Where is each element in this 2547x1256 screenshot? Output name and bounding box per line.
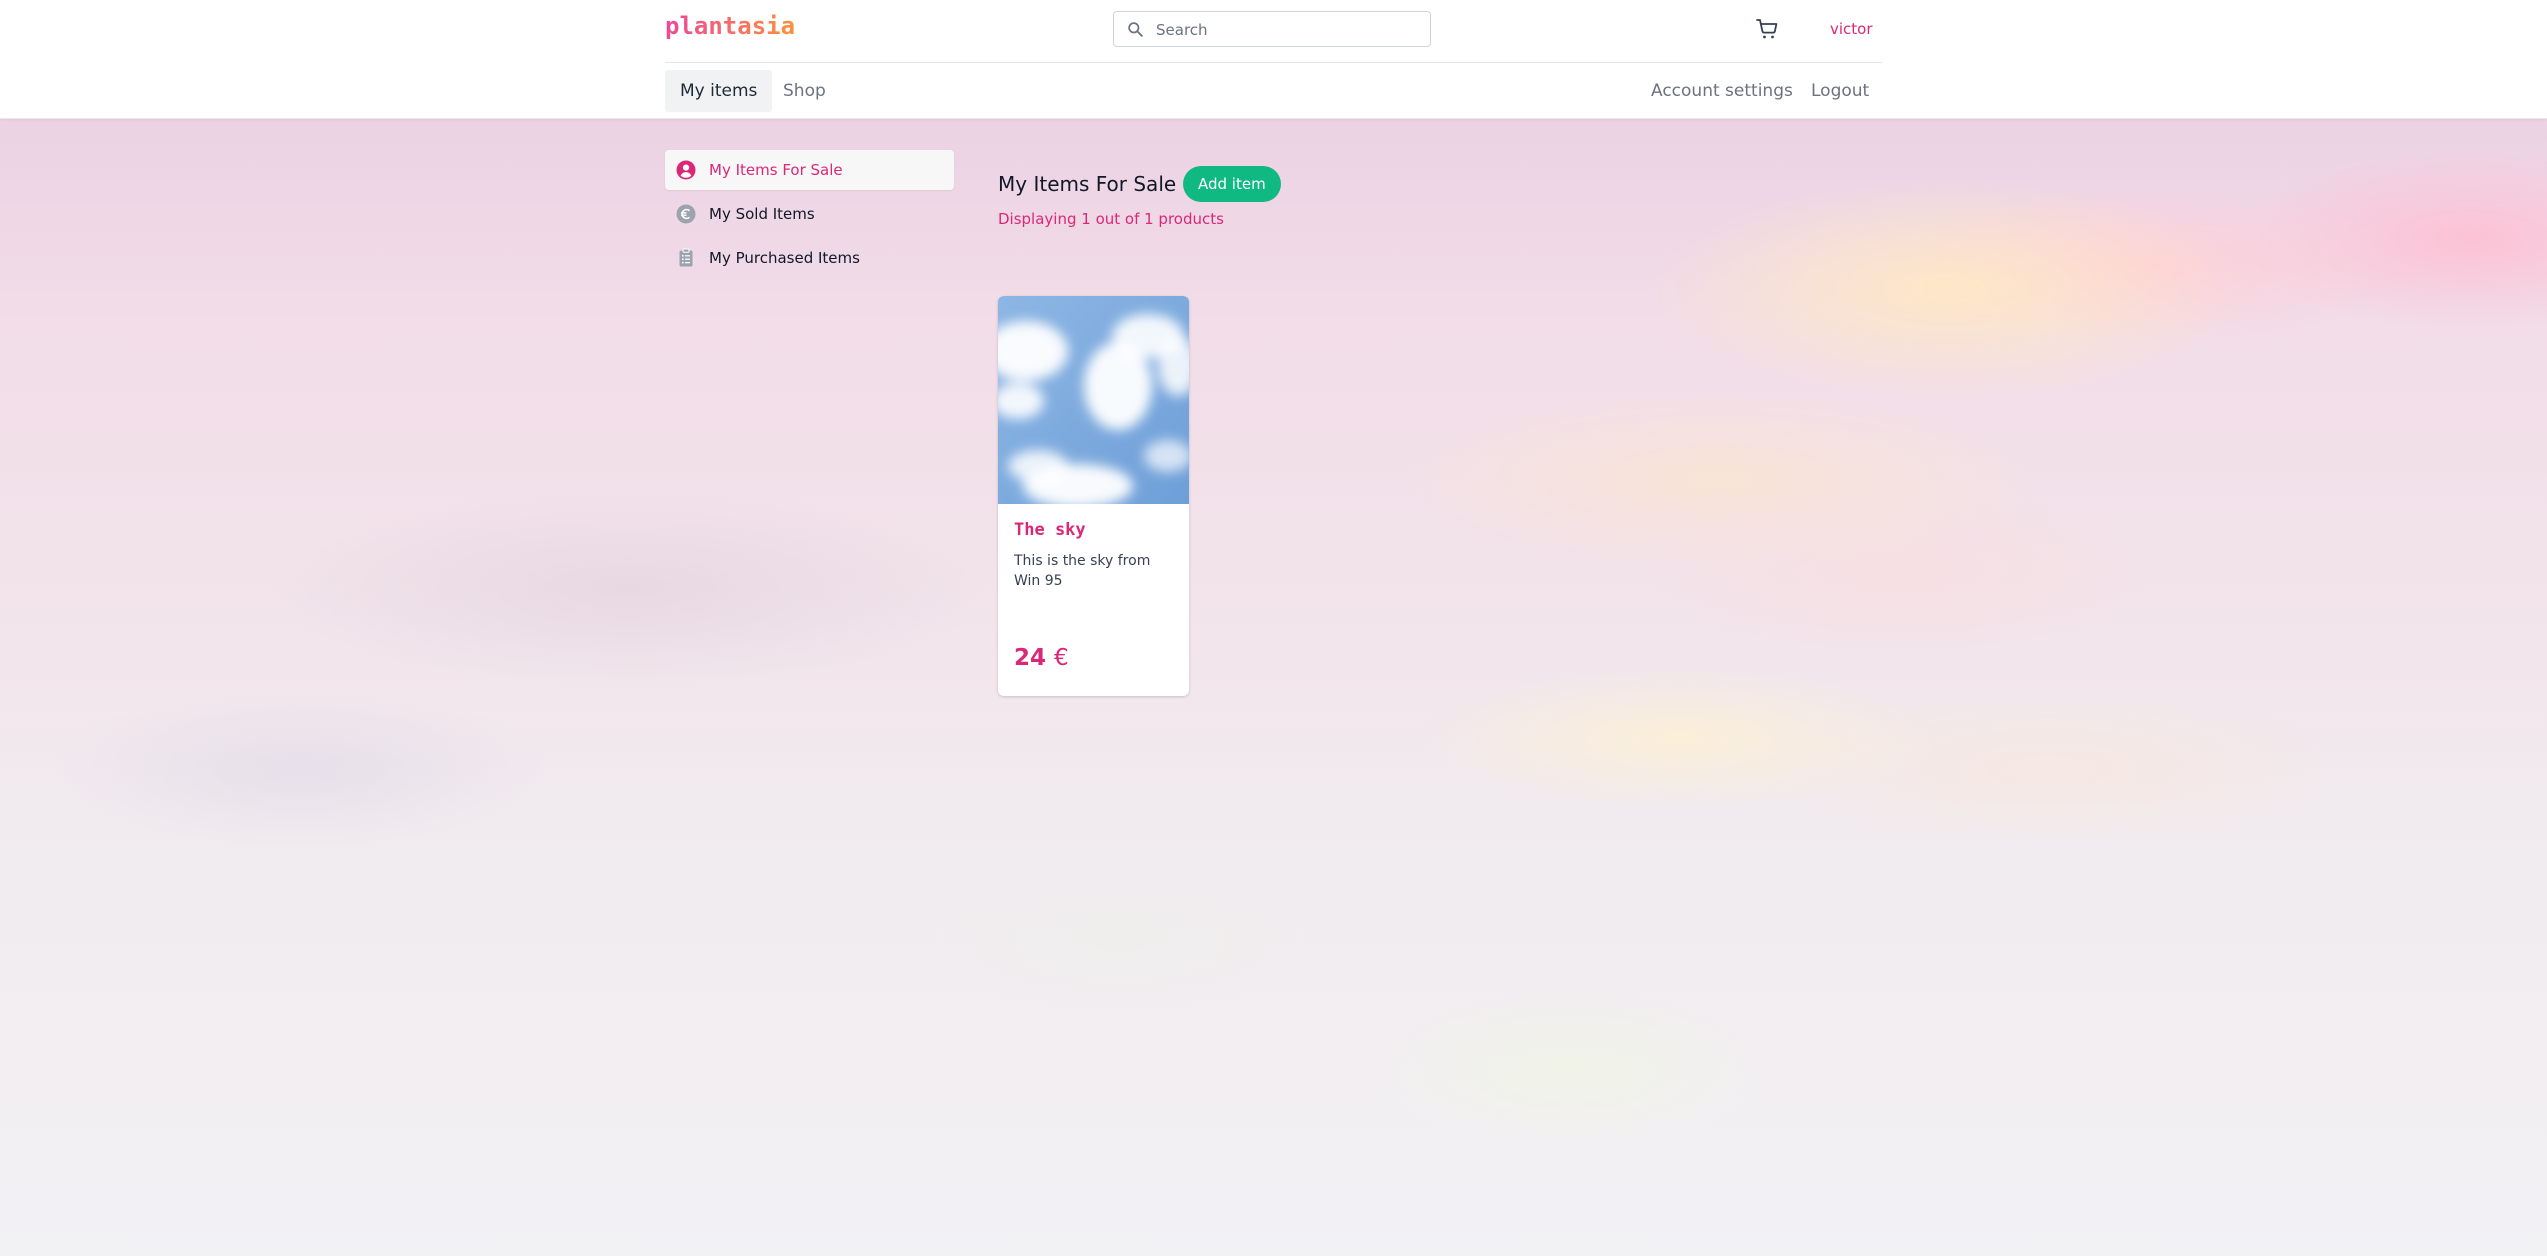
product-price: 24 € [1014,645,1069,671]
shopping-cart-icon[interactable] [1755,17,1779,41]
user-circle-icon [676,160,696,180]
product-card[interactable]: The sky This is the sky from Win 95 24 € [998,296,1189,696]
products-count: Displaying 1 out of 1 products [998,210,1224,228]
sidebar-item-label: My Sold Items [709,205,815,223]
sidebar: My Items For Sale My Sold Items My Purch… [665,150,954,282]
search-input[interactable] [1154,12,1428,48]
tab-my-items[interactable]: My items [665,70,773,112]
top-navigation: plantasia victor My items Shop Account s… [0,0,2547,119]
sidebar-item-purchased-items[interactable]: My Purchased Items [665,238,954,278]
product-image [998,296,1189,504]
logo[interactable]: plantasia [665,12,795,40]
price-amount: 24 [1014,645,1047,671]
page-title: My Items For Sale [998,172,1177,196]
add-item-button[interactable]: Add item [1183,166,1281,202]
header-row: plantasia victor [665,0,1882,63]
product-title: The sky [1014,520,1086,540]
product-description: This is the sky from Win 95 [1014,553,1151,589]
search-box[interactable] [1113,11,1431,48]
logout-link[interactable]: Logout [1796,70,1884,112]
sidebar-item-label: My Items For Sale [709,161,843,179]
price-currency: € [1054,645,1069,671]
sidebar-item-sold-items[interactable]: My Sold Items [665,194,954,234]
account-settings-link[interactable]: Account settings [1636,70,1808,112]
clipboard-list-icon [679,248,693,267]
tab-shop[interactable]: Shop [768,70,841,112]
sidebar-item-items-for-sale[interactable]: My Items For Sale [665,150,954,190]
user-menu[interactable]: victor [1830,20,1873,38]
euro-circle-icon [676,204,696,224]
sidebar-item-label: My Purchased Items [709,249,860,267]
background [0,119,2547,1256]
nav-row: My items Shop Account settings Logout [665,63,1882,118]
search-icon [1128,22,1143,37]
